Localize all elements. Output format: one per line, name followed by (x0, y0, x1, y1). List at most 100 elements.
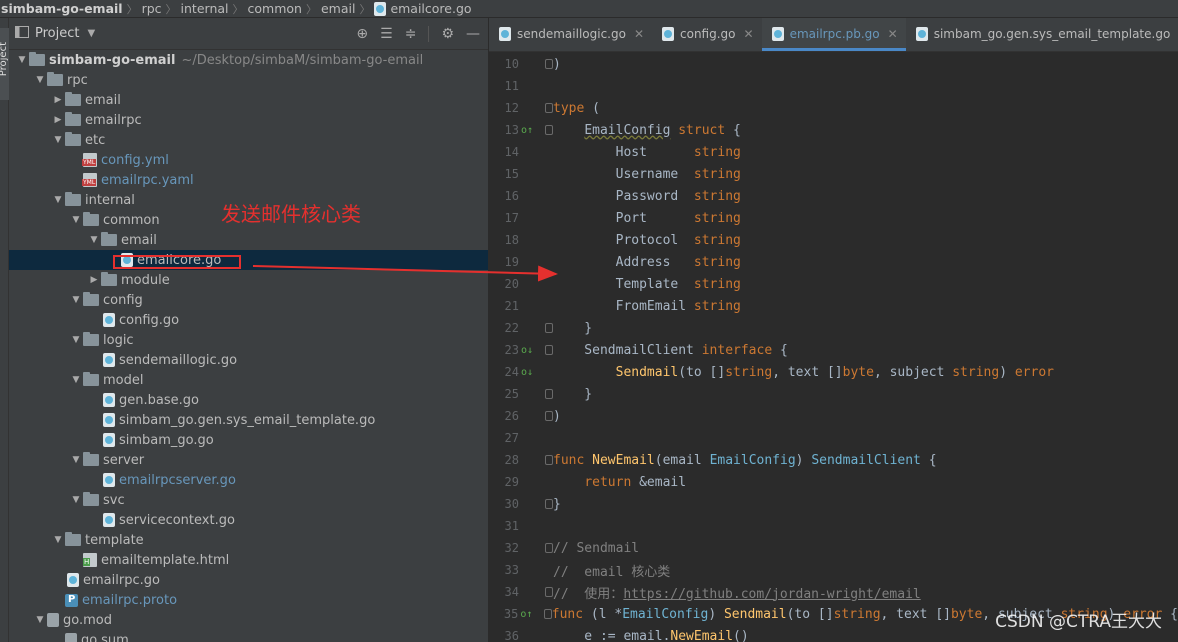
editor-tab[interactable]: emailrpc.pb.go ✕ (761, 18, 906, 51)
chevron-down-icon[interactable]: ▼ (69, 295, 83, 305)
line-number: 14 (504, 145, 519, 159)
code-line: 30} (489, 493, 1178, 515)
fold-icon[interactable] (545, 389, 553, 399)
editor-tab[interactable]: sendemaillogic.go ✕ (489, 18, 652, 51)
chevron-right-icon[interactable]: ▶ (87, 275, 101, 285)
fold-icon[interactable] (543, 609, 552, 619)
minimize-icon[interactable]: — (466, 27, 480, 41)
code-editor[interactable]: sendemaillogic.go ✕ config.go ✕ emailrpc.pb.… (489, 18, 1178, 642)
tree-item[interactable]: ▶emailrpc.go (9, 570, 488, 590)
implementation-marker-icon[interactable]: o↓ (519, 367, 545, 378)
close-icon[interactable]: ✕ (744, 27, 754, 41)
tree-item[interactable]: ▼ template (9, 530, 488, 550)
tree-item[interactable]: ▶emailrpcserver.go (9, 470, 488, 490)
tree-item[interactable]: ▶go.sum (9, 630, 488, 642)
code-text: e := email.NewEmail() (553, 628, 749, 642)
folder-icon (65, 532, 81, 546)
implementation-icon[interactable]: o↑ (520, 609, 532, 620)
tree-item[interactable]: ▶emailrpc.yaml (9, 170, 488, 190)
close-icon[interactable]: ✕ (634, 27, 644, 41)
implementation-icon[interactable]: o↓ (521, 367, 533, 378)
tree-item[interactable]: ▶emailcore.go (9, 250, 488, 270)
collapse-all-icon[interactable]: ≑ (405, 27, 417, 41)
chevron-down-icon[interactable]: ▼ (51, 535, 65, 545)
chevron-down-icon[interactable]: ▼ (51, 135, 65, 145)
tree-item[interactable]: ▶ emailrpc (9, 110, 488, 130)
line-number: 19 (504, 255, 519, 269)
tree-item[interactable]: ▶simbam_go.gen.sys_email_template.go (9, 410, 488, 430)
expand-all-icon[interactable]: ☰ (380, 27, 393, 41)
chevron-right-icon[interactable]: ▶ (51, 95, 65, 105)
code-line: 27 (489, 427, 1178, 449)
tree-item[interactable]: ▶sendemaillogic.go (9, 350, 488, 370)
tree-item[interactable]: ▼ etc (9, 130, 488, 150)
project-tool-window-tab[interactable]: Project (0, 28, 9, 100)
code-line: 12 type ( (489, 97, 1178, 119)
chevron-down-icon[interactable]: ▼ (69, 215, 83, 225)
fold-icon[interactable] (545, 499, 553, 509)
fold-icon[interactable] (545, 103, 553, 113)
implementation-icon[interactable]: o↑ (521, 125, 533, 136)
chevron-down-icon[interactable]: ▼ (69, 455, 83, 465)
code-text: Username string (553, 166, 741, 182)
breadcrumb-item[interactable]: email (317, 1, 359, 16)
chevron-down-icon[interactable]: ▼ (87, 28, 95, 39)
fold-icon[interactable] (545, 543, 553, 553)
breadcrumb-item[interactable]: internal (177, 1, 233, 16)
tree-item[interactable]: ▼ simbam-go-email ~/Desktop/simbaM/simbam-… (9, 50, 488, 70)
breadcrumb-item[interactable]: common (244, 1, 306, 16)
fold-icon[interactable] (545, 323, 553, 333)
editor-tab[interactable]: config.go ✕ (652, 18, 762, 51)
tree-item[interactable]: ▶gen.base.go (9, 390, 488, 410)
code-line: 22 } (489, 317, 1178, 339)
implementation-marker-icon[interactable]: o↑ (518, 609, 543, 620)
tree-item[interactable]: ▼ logic (9, 330, 488, 350)
fold-icon[interactable] (545, 125, 553, 135)
close-icon[interactable]: ✕ (888, 27, 898, 41)
chevron-down-icon[interactable]: ▼ (51, 195, 65, 205)
tree-item[interactable]: ▶simbam_go.go (9, 430, 488, 450)
breadcrumb-item[interactable]: rpc (138, 1, 166, 16)
go-file-icon (771, 27, 784, 41)
tree-item[interactable]: ▶servicecontext.go (9, 510, 488, 530)
tree-item[interactable]: ▼ svc (9, 490, 488, 510)
tree-item[interactable]: ▶config.yml (9, 150, 488, 170)
editor-tab[interactable]: simbam_go.gen.sys_email_template.go✕ (906, 18, 1178, 51)
chevron-down-icon[interactable]: ▼ (33, 75, 47, 85)
chevron-down-icon[interactable]: ▼ (87, 235, 101, 245)
tree-item[interactable]: ▼ rpc (9, 70, 488, 90)
chevron-right-icon[interactable]: ▶ (51, 115, 65, 125)
implementation-marker-icon[interactable]: o↓ (519, 345, 545, 356)
gear-icon[interactable]: ⚙ (441, 27, 454, 41)
tree-item[interactable]: ▼ go.mod (9, 610, 488, 630)
tree-item[interactable]: ▶ module (9, 270, 488, 290)
tree-item[interactable]: ▼ model (9, 370, 488, 390)
go-file-icon (374, 1, 387, 16)
tree-item[interactable]: ▶emailtemplate.html (9, 550, 488, 570)
tree-item[interactable]: ▶ email (9, 90, 488, 110)
target-icon[interactable]: ⊕ (356, 27, 368, 41)
chevron-down-icon[interactable]: ▼ (69, 495, 83, 505)
code-text: Template string (553, 276, 741, 292)
project-view-selector[interactable]: Project (35, 26, 79, 41)
fold-icon[interactable] (545, 411, 553, 421)
chevron-down-icon[interactable]: ▼ (33, 615, 47, 625)
chevron-down-icon[interactable]: ▼ (69, 335, 83, 345)
breadcrumb-separator: 〉 (232, 2, 244, 16)
breadcrumb-item[interactable]: simbam-go-email (0, 1, 127, 16)
tree-item[interactable]: ▼ server (9, 450, 488, 470)
chevron-down-icon[interactable]: ▼ (69, 375, 83, 385)
tree-item[interactable]: ▼ email (9, 230, 488, 250)
fold-icon[interactable] (545, 455, 553, 465)
implementation-marker-icon[interactable]: o↑ (519, 125, 545, 136)
chevron-down-icon[interactable]: ▼ (15, 55, 29, 65)
implementation-icon[interactable]: o↓ (521, 345, 533, 356)
fold-icon[interactable] (545, 345, 553, 355)
fold-icon[interactable] (545, 587, 553, 597)
code-area[interactable]: 10) 11 12 type (13 o↑ EmailConfig struct {14… (489, 53, 1178, 642)
tree-item[interactable]: ▶config.go (9, 310, 488, 330)
breadcrumb-item[interactable]: emailcore.go (386, 1, 475, 16)
fold-icon[interactable] (545, 59, 553, 69)
tree-item[interactable]: ▼ config (9, 290, 488, 310)
tree-item[interactable]: ▶emailrpc.proto (9, 590, 488, 610)
